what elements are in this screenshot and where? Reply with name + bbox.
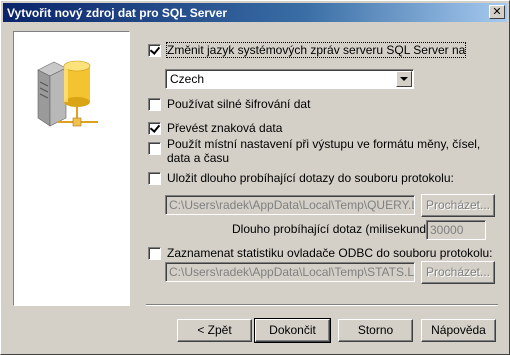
regional-settings-label[interactable]: Použít místní nastavení při výstupu ve f… bbox=[167, 137, 487, 165]
wizard-image-panel bbox=[13, 31, 130, 306]
server-database-icon bbox=[37, 60, 98, 127]
browse-query-log-button[interactable]: Procházet... bbox=[421, 194, 495, 217]
stats-log-path-field[interactable]: C:\Users\radek\AppData\Local\Temp\STATS.… bbox=[165, 262, 415, 282]
strong-encryption-checkbox[interactable] bbox=[148, 98, 161, 111]
long-query-time-label: Dlouho probíhající dotaz (milisekundy): bbox=[232, 222, 440, 236]
save-long-queries-label[interactable]: Uložit dlouho probíhající dotazy do soub… bbox=[167, 171, 454, 185]
language-selected-value: Czech bbox=[170, 72, 205, 86]
title-bar: Vytvořit nový zdroj dat pro SQL Server ✕ bbox=[3, 3, 507, 22]
finish-button[interactable]: Dokončit bbox=[254, 318, 331, 343]
save-long-queries-checkbox[interactable] bbox=[148, 172, 161, 185]
change-language-label[interactable]: Změnit jazyk systémových zpráv serveru S… bbox=[165, 42, 467, 58]
query-log-path-field[interactable]: C:\Users\radek\AppData\Local\Temp\QUERY.… bbox=[165, 195, 415, 215]
long-query-time-field[interactable]: 30000 bbox=[426, 220, 486, 240]
chevron-down-icon[interactable] bbox=[396, 71, 412, 87]
footer-separator bbox=[146, 304, 498, 306]
log-stats-label[interactable]: Zaznamenat statistiku ovladače ODBC do s… bbox=[167, 246, 493, 260]
log-stats-checkbox[interactable] bbox=[148, 247, 161, 260]
change-language-checkbox[interactable] bbox=[148, 44, 161, 57]
close-button[interactable]: ✕ bbox=[489, 5, 505, 19]
browse-stats-log-button[interactable]: Procházet... bbox=[421, 261, 495, 284]
cancel-button[interactable]: Storno bbox=[338, 319, 413, 342]
translate-chars-checkbox[interactable] bbox=[148, 122, 161, 135]
language-select[interactable]: Czech bbox=[165, 69, 414, 89]
dialog-window: Vytvořit nový zdroj dat pro SQL Server ✕… bbox=[0, 0, 510, 355]
regional-settings-checkbox[interactable] bbox=[148, 142, 161, 155]
help-button[interactable]: Nápověda bbox=[421, 319, 496, 342]
window-title: Vytvořit nový zdroj dat pro SQL Server bbox=[7, 5, 228, 20]
strong-encryption-label[interactable]: Používat silné šifrování dat bbox=[167, 97, 310, 111]
back-button[interactable]: < Zpět bbox=[177, 319, 252, 342]
translate-chars-label[interactable]: Převést znaková data bbox=[167, 121, 282, 135]
